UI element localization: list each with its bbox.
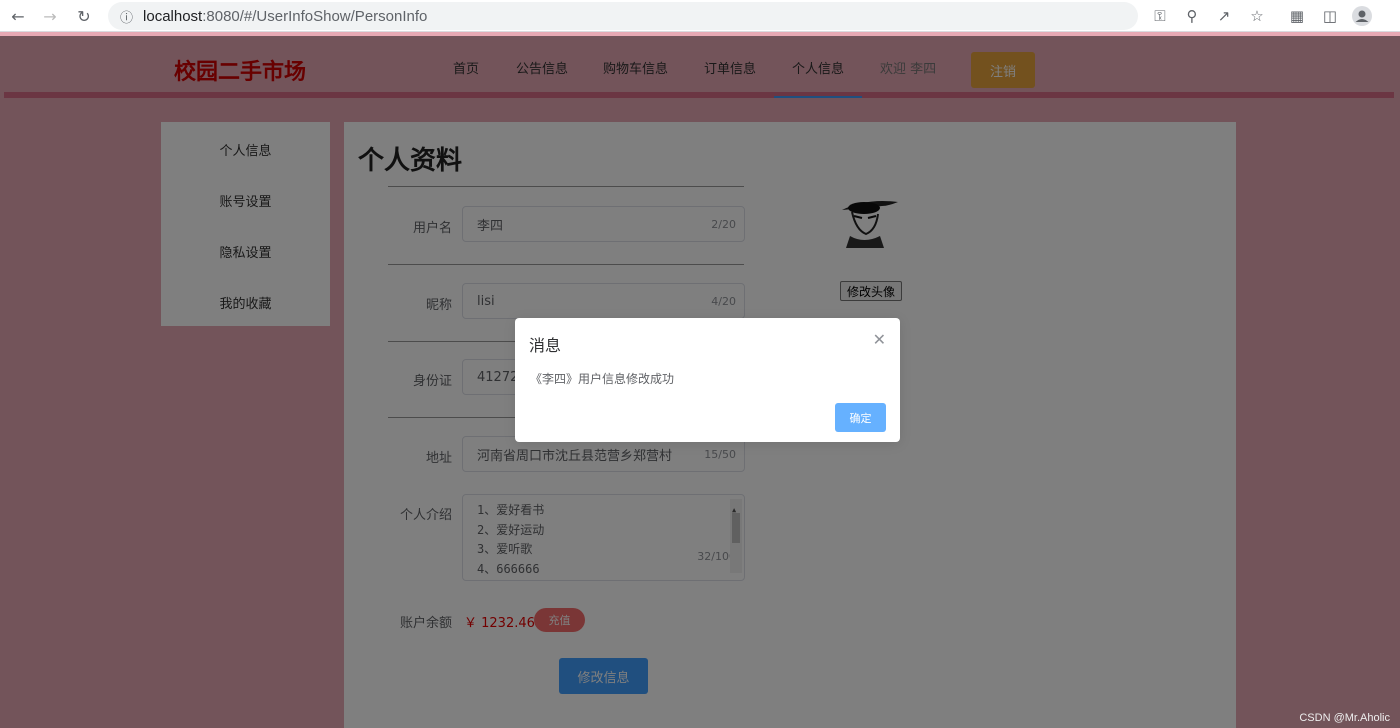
key-icon[interactable]: ⚿ <box>1148 4 1172 28</box>
back-icon[interactable]: ← <box>6 4 30 28</box>
confirm-button[interactable]: 确定 <box>835 403 886 432</box>
share-icon[interactable]: ↗ <box>1212 4 1236 28</box>
extensions-icon[interactable]: ▦ <box>1285 4 1309 28</box>
forward-icon[interactable]: → <box>38 4 62 28</box>
close-icon[interactable]: ✕ <box>873 330 886 349</box>
address-bar[interactable]: ⓘ localhost:8080/#/UserInfoShow/PersonIn… <box>108 2 1138 30</box>
sidepanel-icon[interactable]: ◫ <box>1318 4 1342 28</box>
browser-toolbar: ← → ↻ ⓘ localhost:8080/#/UserInfoShow/Pe… <box>0 0 1400 32</box>
url-path: :8080/#/UserInfoShow/PersonInfo <box>202 7 428 25</box>
message-dialog: 消息 ✕ 《李四》用户信息修改成功 确定 <box>515 318 900 442</box>
url-host: localhost <box>143 7 203 25</box>
watermark: CSDN @Mr.Aholic <box>1299 712 1390 724</box>
dialog-message: 《李四》用户信息修改成功 <box>530 372 675 386</box>
zoom-icon[interactable]: ⚲ <box>1180 4 1204 28</box>
star-icon[interactable]: ☆ <box>1245 4 1269 28</box>
info-icon[interactable]: ⓘ <box>120 7 133 26</box>
profile-icon[interactable] <box>1350 4 1374 28</box>
dialog-title: 消息 <box>529 336 562 355</box>
reload-icon[interactable]: ↻ <box>72 4 96 28</box>
